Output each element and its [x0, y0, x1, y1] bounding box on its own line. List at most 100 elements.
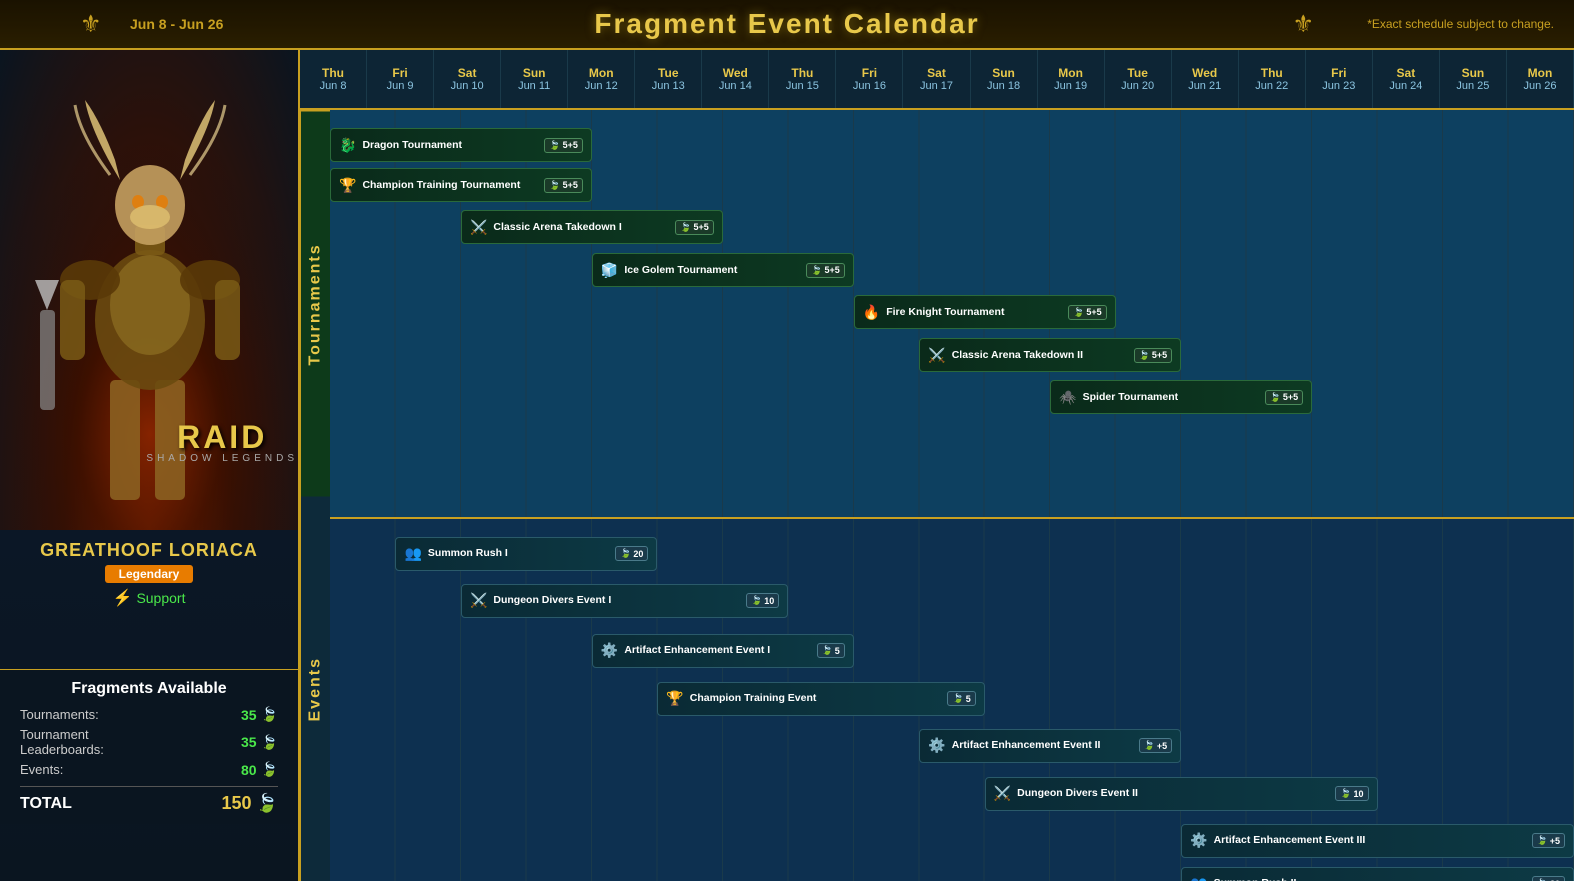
date-cell-12: TueJun 20	[1105, 50, 1172, 108]
date-cell-15: FriJun 23	[1306, 50, 1373, 108]
date-cell-2: SatJun 10	[434, 50, 501, 108]
header-date-range: Jun 8 - Jun 26	[130, 16, 223, 32]
badge-num-5: 10	[1354, 789, 1364, 799]
date-date-2: Jun 10	[451, 80, 484, 92]
badge-num-0: 5+5	[563, 140, 578, 150]
event-badge-7: 🍃20	[1532, 876, 1565, 881]
date-cell-14: ThuJun 22	[1239, 50, 1306, 108]
event-badge-1: 🍃5+5	[544, 178, 583, 193]
fragment-leaf-icon-3: 🍃	[261, 761, 278, 778]
date-day-9: Sat	[927, 66, 946, 80]
date-day-11: Mon	[1058, 66, 1083, 80]
event-icon-5: ⚔️	[994, 785, 1011, 802]
event-name-4: Artifact Enhancement Event II	[952, 739, 1133, 752]
event-bar-5: ⚔️ Dungeon Divers Event II 🍃10	[985, 777, 1378, 811]
date-date-9: Jun 17	[920, 80, 953, 92]
calendar-content: Tournaments Events 🐉Dragon Tournament🍃5+…	[300, 110, 1574, 881]
date-cell-1: FriJun 9	[367, 50, 434, 108]
date-date-16: Jun 24	[1389, 80, 1422, 92]
event-icon-7: 👥	[1190, 875, 1207, 881]
fragments-title: Fragments Available	[20, 680, 278, 698]
badge-leaf-icon-6: 🍃	[1270, 392, 1281, 403]
fragment-label-leaderboards: TournamentLeaderboards:	[20, 727, 104, 757]
date-day-16: Sat	[1397, 66, 1416, 80]
page-body: GREATHOOF LORIACA Legendary ⚡ Support RA…	[0, 50, 1574, 881]
badge-leaf-icon-4: 🍃	[1144, 740, 1155, 751]
date-cell-4: MonJun 12	[568, 50, 635, 108]
date-cell-10: SunJun 18	[971, 50, 1038, 108]
date-date-3: Jun 11	[518, 80, 550, 92]
event-bar-0: 👥Summon Rush I🍃20	[395, 537, 657, 571]
character-role: ⚡ Support	[40, 588, 258, 608]
date-date-11: Jun 19	[1054, 80, 1087, 92]
event-badge-4: 🍃+5	[1139, 738, 1172, 753]
date-day-7: Thu	[791, 66, 813, 80]
event-name-5: Dungeon Divers Event II	[1017, 787, 1329, 800]
ornament-right-icon: ⚜	[1292, 10, 1314, 39]
events-section: 👥Summon Rush I🍃20 ⚔️ Dungeon Divers Event …	[330, 519, 1574, 881]
date-cell-7: ThuJun 15	[769, 50, 836, 108]
section-labels: Tournaments Events	[300, 110, 330, 881]
date-date-4: Jun 12	[585, 80, 618, 92]
date-day-6: Wed	[723, 66, 748, 80]
event-badge-0: 🍃5+5	[544, 138, 583, 153]
fragment-value-leaderboards: 35 🍃	[241, 734, 278, 751]
event-icon-6: ⚙️	[1190, 832, 1207, 849]
date-date-15: Jun 23	[1322, 80, 1355, 92]
badge-num-1: 10	[764, 596, 774, 606]
raid-logo-text: RAID	[146, 421, 298, 453]
event-icon-3: 🏆	[666, 690, 683, 707]
date-day-15: Fri	[1331, 66, 1346, 80]
date-day-13: Wed	[1192, 66, 1217, 80]
event-bar-5: ⚔️Classic Arena Takedown II🍃5+5	[919, 338, 1181, 372]
date-day-5: Tue	[658, 66, 678, 80]
character-info: GREATHOOF LORIACA Legendary ⚡ Support	[40, 530, 258, 616]
fragment-label-tournaments: Tournaments:	[20, 707, 99, 722]
date-day-4: Mon	[589, 66, 614, 80]
fragments-panel: Fragments Available Tournaments: 35 🍃 To…	[0, 669, 298, 824]
event-badge-5: 🍃5+5	[1134, 348, 1173, 363]
event-name-1: Champion Training Tournament	[362, 179, 538, 192]
fragment-row-tournaments: Tournaments: 35 🍃	[20, 706, 278, 723]
date-date-12: Jun 20	[1121, 80, 1154, 92]
badge-leaf-icon-0: 🍃	[620, 548, 631, 559]
date-day-12: Tue	[1127, 66, 1147, 80]
total-value: 150 🍃	[222, 793, 278, 814]
role-icon: ⚡	[113, 588, 133, 608]
date-date-14: Jun 22	[1255, 80, 1288, 92]
event-bar-1: 🏆Champion Training Tournament🍃5+5	[330, 168, 592, 202]
event-badge-6: 🍃5+5	[1265, 390, 1304, 405]
header-note: *Exact schedule subject to change.	[1367, 17, 1554, 31]
event-icon-4: 🔥	[863, 304, 880, 321]
total-row: TOTAL 150 🍃	[20, 786, 278, 814]
date-date-13: Jun 21	[1188, 80, 1221, 92]
total-leaf-icon: 🍃	[256, 793, 278, 814]
event-name-6: Spider Tournament	[1083, 391, 1259, 404]
event-icon-3: 🧊	[601, 262, 618, 279]
event-bar-3: 🏆Champion Training Event🍃5	[657, 682, 984, 716]
fragment-value-events: 80 🍃	[241, 761, 278, 778]
date-date-18: Jun 26	[1523, 80, 1556, 92]
date-day-17: Sun	[1462, 66, 1485, 80]
event-bar-3: 🧊Ice Golem Tournament🍃5+5	[592, 253, 854, 287]
badge-leaf-icon-6: 🍃	[1537, 835, 1548, 846]
event-icon-5: ⚔️	[928, 347, 945, 364]
page-header: ⚜ Jun 8 - Jun 26 Fragment Event Calendar…	[0, 0, 1574, 50]
event-badge-3: 🍃5	[947, 691, 975, 706]
main-container: ⚜ Jun 8 - Jun 26 Fragment Event Calendar…	[0, 0, 1574, 881]
date-day-18: Mon	[1528, 66, 1553, 80]
badge-leaf-icon-2: 🍃	[680, 222, 691, 233]
badge-leaf-icon-3: 🍃	[811, 265, 822, 276]
date-date-0: Jun 8	[320, 80, 347, 92]
badge-leaf-icon-5: 🍃	[1139, 350, 1150, 361]
badge-leaf-icon-5: 🍃	[1340, 788, 1351, 799]
badge-leaf-icon-1: 🍃	[549, 180, 560, 191]
date-header: ThuJun 8FriJun 9SatJun 10SunJun 11MonJun…	[300, 50, 1574, 110]
event-name-2: Classic Arena Takedown I	[493, 221, 669, 234]
event-bar-6: 🕷️Spider Tournament🍃5+5	[1050, 380, 1312, 414]
date-cell-9: SatJun 17	[903, 50, 970, 108]
badge-num-3: 5	[966, 694, 971, 704]
badge-leaf-icon-2: 🍃	[822, 645, 833, 656]
character-rarity: Legendary	[105, 565, 194, 583]
fragment-value-tournaments: 35 🍃	[241, 706, 278, 723]
